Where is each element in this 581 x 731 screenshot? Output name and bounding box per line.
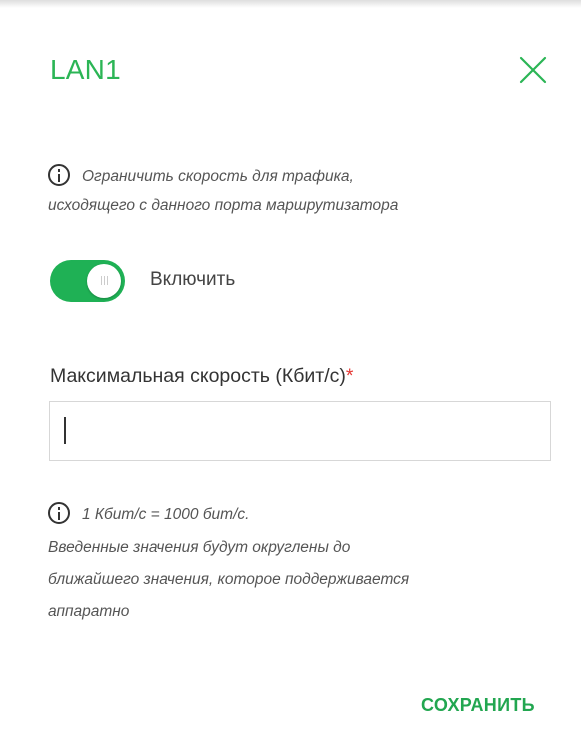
required-mark: *	[345, 365, 354, 387]
text-caret	[64, 417, 66, 444]
toggle-label: Включить	[150, 269, 236, 290]
note-line-3: ближайшего значения, которое поддерживае…	[48, 571, 410, 588]
toggle-knob	[87, 264, 121, 298]
info-icon	[48, 164, 70, 186]
close-button[interactable]	[517, 54, 549, 86]
max-speed-input[interactable]	[49, 401, 551, 461]
note-line-1: 1 Кбит/с = 1000 бит/с.	[48, 502, 249, 527]
note-line-4: аппаратно	[48, 603, 130, 620]
dialog-top-shadow	[0, 0, 581, 8]
enable-toggle[interactable]	[50, 260, 125, 302]
info-line-2: исходящего с данного порта маршрутизатор…	[48, 196, 398, 216]
save-button[interactable]: СОХРАНИТЬ	[421, 693, 535, 717]
note-text-line-1: 1 Кбит/с = 1000 бит/с.	[82, 506, 250, 523]
close-icon	[519, 56, 547, 84]
info-line-1: Ограничить скорость для трафика,	[48, 160, 354, 193]
note-line-2: Введенные значения будут округлены до	[48, 539, 351, 556]
info-icon	[48, 502, 70, 524]
lan-settings-dialog: LAN1 Ограничить скорость для трафика, ис…	[0, 0, 581, 731]
max-speed-label-text: Максимальная скорость (Кбит/с)	[50, 365, 346, 387]
info-text-line-2: исходящего с данного порта маршрутизатор…	[48, 197, 399, 214]
max-speed-label: Максимальная скорость (Кбит/с)*	[50, 362, 353, 390]
info-text-line-1: Ограничить скорость для трафика,	[82, 168, 354, 185]
dialog-title: LAN1	[50, 54, 121, 85]
